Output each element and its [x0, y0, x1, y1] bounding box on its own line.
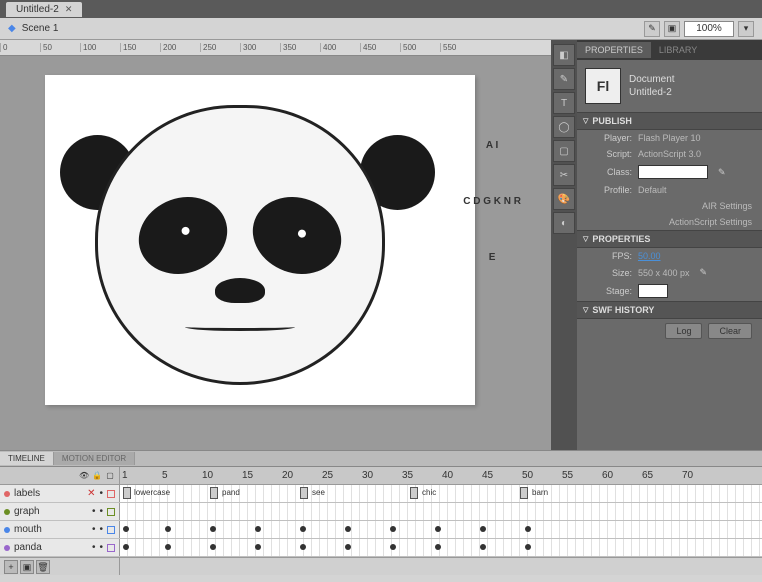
tool-icon[interactable]: ✂ [553, 164, 575, 186]
timeline-ruler[interactable]: 1510152025303540455055606570 [120, 467, 762, 484]
close-icon[interactable]: ✕ [65, 4, 73, 15]
label-a: A I [486, 140, 498, 151]
history-header[interactable]: SWF HISTORY [577, 301, 762, 319]
edit-size-icon[interactable]: ✎ [700, 267, 708, 278]
edit-class-icon[interactable]: ✎ [718, 167, 726, 178]
scene-select-icon[interactable]: ▣ [664, 21, 680, 37]
layer-header: 👁 🔒 ▢ [0, 467, 120, 484]
timeline-layers: labels✕• lowercase pand see chic barn gr… [0, 485, 762, 557]
layer-frames[interactable]: lowercase pand see chic barn [120, 485, 762, 502]
layer-controls: + ▣ 🗑 [0, 558, 120, 575]
document-tab[interactable]: Untitled-2 ✕ [6, 2, 82, 17]
air-settings-link[interactable]: AIR Settings [702, 201, 752, 211]
zoom-dropdown-icon[interactable]: ▾ [738, 21, 754, 37]
layer-frames[interactable] [120, 503, 762, 520]
panda-eye-right [242, 185, 352, 286]
script-value[interactable]: ActionScript 3.0 [638, 149, 701, 159]
tab-title: Untitled-2 [16, 4, 59, 15]
tab-library[interactable]: LIBRARY [651, 42, 705, 58]
layer-frames[interactable] [120, 539, 762, 556]
size-value[interactable]: 550 x 400 px [638, 268, 690, 278]
timeline-footer [120, 558, 762, 575]
lock-icon[interactable]: 🔒 [92, 471, 102, 481]
properties-header[interactable]: PROPERTIES [577, 230, 762, 248]
zoom-input[interactable]: 100% [684, 21, 734, 37]
main-area: 050100150200250300350400450500550 A I C … [0, 40, 762, 450]
tab-timeline[interactable]: TIMELINE [0, 452, 54, 465]
scene-icon: ◆ [8, 23, 16, 34]
eye-icon[interactable]: 👁 [79, 471, 89, 481]
panda-mouth [185, 323, 295, 331]
layer-frames[interactable] [120, 521, 762, 538]
panda-head [95, 105, 385, 385]
label-b: C D G K N R [463, 196, 521, 207]
panda-graphic[interactable] [45, 75, 475, 405]
panda-eye-left [128, 185, 238, 286]
log-button[interactable]: Log [665, 323, 702, 339]
panda-nose [215, 278, 265, 303]
stage-color-swatch[interactable] [638, 284, 668, 298]
fl-icon: Fl [585, 68, 621, 104]
doc-type: Document [629, 74, 675, 85]
tool-icon[interactable]: ◧ [553, 44, 575, 66]
ruler-horizontal: 050100150200250300350400450500550 [0, 40, 551, 56]
scene-bar: ◆ Scene 1 ✎ ▣ 100% ▾ [0, 18, 762, 40]
class-input[interactable] [638, 165, 708, 179]
scene-name[interactable]: Scene 1 [22, 23, 59, 34]
tool-icon[interactable]: ✎ [553, 68, 575, 90]
outline-icon[interactable]: ▢ [105, 471, 115, 481]
tool-icon[interactable]: ◐ [553, 212, 575, 234]
side-toolbar: ◧ ✎ T ◯ ▢ ✂ 🎨 ◐ [551, 40, 577, 450]
stage[interactable] [45, 75, 475, 405]
label-c: E [489, 252, 496, 263]
publish-header[interactable]: PUBLISH [577, 112, 762, 130]
tool-icon[interactable]: T [553, 92, 575, 114]
timeline-panel: TIMELINE MOTION EDITOR 👁 🔒 ▢ 15101520253… [0, 450, 762, 582]
layer-row[interactable]: graph•• [0, 503, 762, 521]
doc-name: Untitled-2 [629, 87, 675, 98]
delete-layer-icon[interactable]: 🗑 [36, 560, 50, 574]
clear-button[interactable]: Clear [708, 323, 752, 339]
symbol-edit-icon[interactable]: ✎ [644, 21, 660, 37]
tab-properties[interactable]: PROPERTIES [577, 42, 651, 58]
new-folder-icon[interactable]: ▣ [20, 560, 34, 574]
tool-icon[interactable]: ▢ [553, 140, 575, 162]
canvas-area[interactable]: 050100150200250300350400450500550 A I C … [0, 40, 551, 450]
float-labels: A I C D G K N R E [463, 140, 521, 263]
player-value[interactable]: Flash Player 10 [638, 133, 701, 143]
profile-value[interactable]: Default [638, 185, 667, 195]
layer-row[interactable]: mouth•• [0, 521, 762, 539]
tab-motion-editor[interactable]: MOTION EDITOR [54, 452, 135, 465]
layer-row[interactable]: panda•• [0, 539, 762, 557]
titlebar: Untitled-2 ✕ [0, 0, 762, 18]
layer-row[interactable]: labels✕• lowercase pand see chic barn [0, 485, 762, 503]
as-settings-link[interactable]: ActionScript Settings [669, 217, 752, 227]
properties-panel: PROPERTIES LIBRARY Fl Document Untitled-… [577, 40, 762, 450]
tool-icon[interactable]: ◯ [553, 116, 575, 138]
fps-value[interactable]: 50.00 [638, 251, 661, 261]
new-layer-icon[interactable]: + [4, 560, 18, 574]
tool-icon[interactable]: 🎨 [553, 188, 575, 210]
